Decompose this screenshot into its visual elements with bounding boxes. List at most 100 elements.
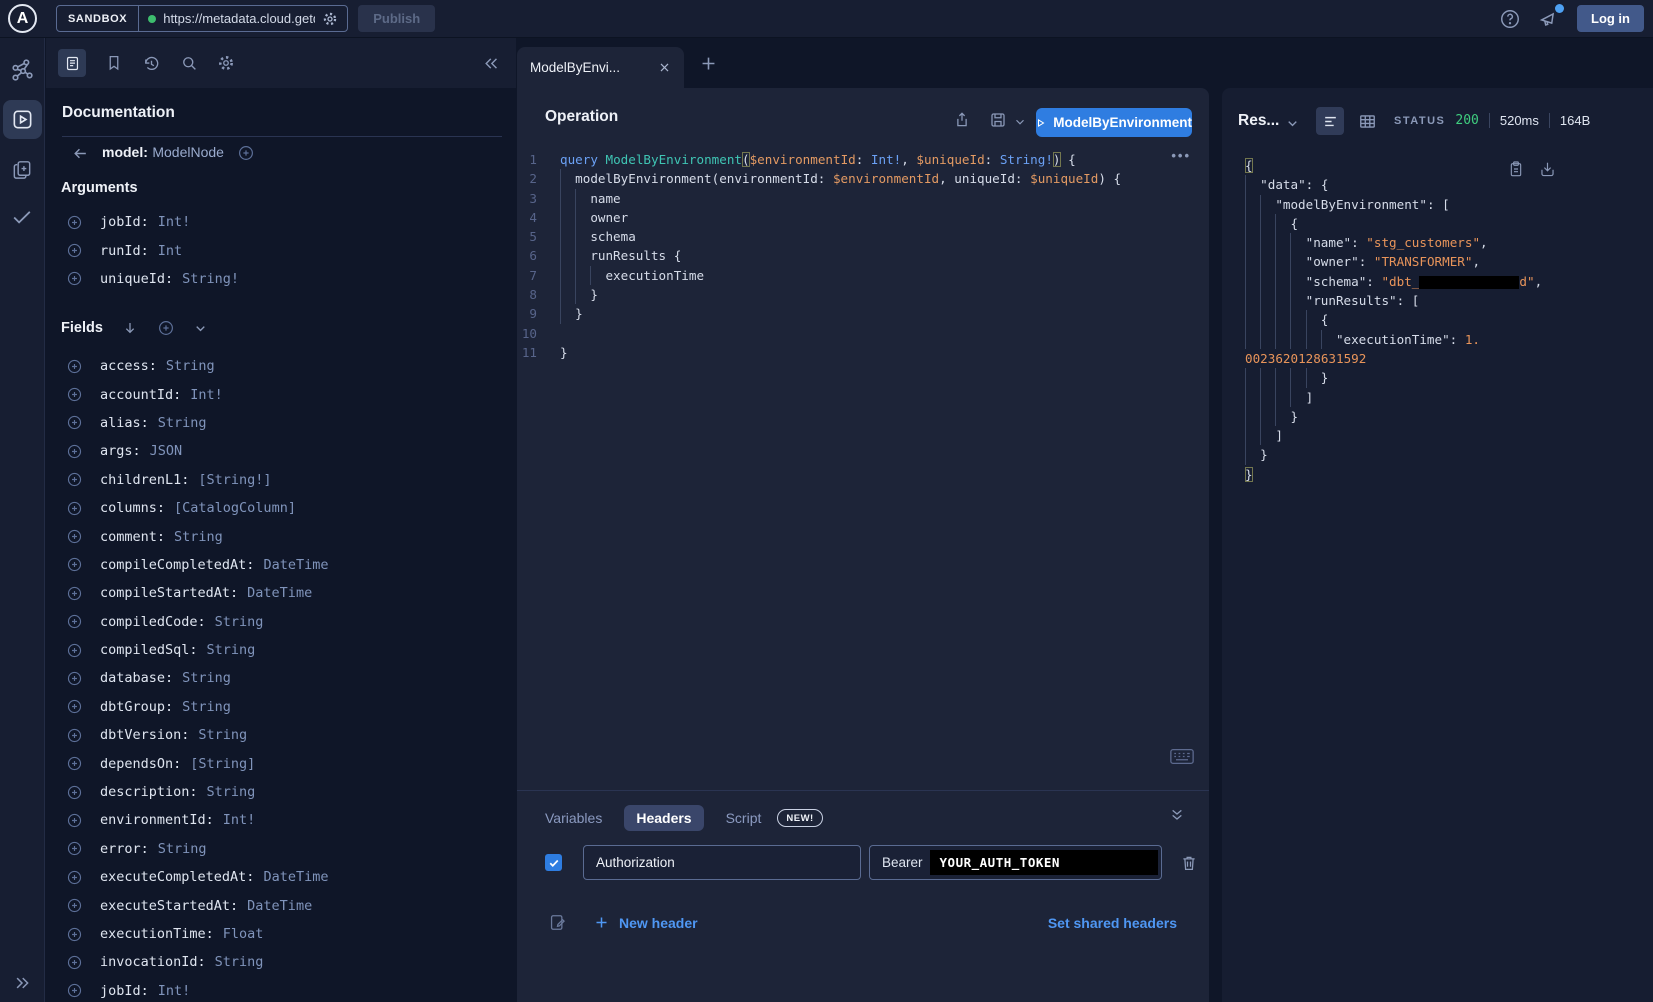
field-type[interactable]: [String!] (198, 472, 271, 488)
response-dropdown-chevron-icon[interactable] (1286, 117, 1299, 130)
apollo-logo[interactable]: A (8, 4, 37, 33)
add-to-query-icon[interactable] (66, 670, 83, 687)
explorer-nav-item[interactable] (3, 100, 42, 139)
tab-headers[interactable]: Headers (624, 805, 703, 831)
checks-nav-icon[interactable] (10, 204, 35, 229)
add-to-query-icon[interactable] (66, 812, 83, 829)
add-to-query-icon[interactable] (66, 755, 83, 772)
add-to-query-icon[interactable] (66, 585, 83, 602)
tab-variables[interactable]: Variables (545, 810, 602, 826)
field-type[interactable]: DateTime (247, 898, 312, 914)
response-json[interactable]: {"data": {"modelByEnvironment": [{"name"… (1245, 156, 1645, 484)
doc-field-row[interactable]: compiledCode:String (46, 608, 516, 636)
add-to-query-icon[interactable] (66, 926, 83, 943)
save-operation-icon[interactable] (989, 111, 1007, 129)
add-to-query-icon[interactable] (66, 840, 83, 857)
fields-options-chevron-icon[interactable] (194, 322, 207, 335)
add-to-query-icon[interactable] (66, 727, 83, 744)
doc-field-row[interactable]: environmentId:Int! (46, 806, 516, 834)
keyboard-shortcuts-icon[interactable] (1170, 748, 1194, 765)
copy-response-icon[interactable] (1508, 160, 1524, 178)
field-type[interactable]: String! (182, 271, 239, 287)
field-type[interactable]: Float (223, 926, 264, 942)
field-type[interactable]: [String] (190, 756, 255, 772)
schema-graph-icon[interactable] (9, 57, 35, 83)
add-to-query-icon[interactable] (66, 270, 83, 287)
field-type[interactable]: String (215, 614, 264, 630)
doc-field-row[interactable]: access:String (46, 352, 516, 380)
add-to-query-icon[interactable] (66, 954, 83, 971)
field-type[interactable]: String (182, 670, 231, 686)
add-to-query-icon[interactable] (66, 214, 83, 231)
header-value-input[interactable]: Bearer YOUR_AUTH_TOKEN (869, 845, 1162, 880)
publish-button[interactable]: Publish (358, 5, 435, 32)
new-header-button[interactable]: New header (594, 915, 698, 931)
search-icon[interactable] (180, 54, 198, 72)
operation-editor[interactable]: 1query ModelByEnvironment($environmentId… (517, 150, 1195, 362)
doc-field-row[interactable]: accountId:Int! (46, 380, 516, 408)
add-to-query-icon[interactable] (66, 982, 83, 999)
editor-more-menu-icon[interactable]: ••• (1171, 148, 1191, 163)
new-tab-button[interactable] (699, 54, 718, 73)
add-to-query-icon[interactable] (66, 642, 83, 659)
run-operation-button[interactable]: ModelByEnvironment (1036, 108, 1192, 137)
doc-field-row[interactable]: executionTime:Float (46, 920, 516, 948)
doc-field-row[interactable]: executeCompletedAt:DateTime (46, 863, 516, 891)
doc-field-row[interactable]: dbtGroup:String (46, 693, 516, 721)
table-view-toggle[interactable] (1358, 112, 1377, 131)
field-type[interactable]: String (174, 529, 223, 545)
endpoint-url-input[interactable]: https://metadata.cloud.getd (139, 6, 347, 31)
collapse-doc-panel-icon[interactable] (483, 55, 500, 72)
login-button[interactable]: Log in (1577, 5, 1644, 32)
documentation-tab-icon[interactable] (58, 49, 86, 77)
collapse-footer-panel-icon[interactable] (1169, 807, 1185, 823)
header-key-input[interactable]: Authorization (583, 845, 861, 880)
history-icon[interactable] (142, 54, 161, 73)
delete-header-icon[interactable] (1180, 854, 1198, 872)
add-to-query-icon[interactable] (66, 443, 83, 460)
add-all-fields-icon[interactable] (157, 319, 175, 337)
add-to-query-icon[interactable] (66, 414, 83, 431)
add-to-query-icon[interactable] (66, 784, 83, 801)
announcements-icon[interactable] (1538, 8, 1560, 30)
add-to-query-icon[interactable] (66, 897, 83, 914)
field-type[interactable]: DateTime (263, 557, 328, 573)
field-type[interactable]: String (207, 642, 256, 658)
add-to-query-icon[interactable] (66, 242, 83, 259)
field-type[interactable]: [CatalogColumn] (174, 500, 296, 516)
field-type[interactable]: String (182, 699, 231, 715)
add-to-query-icon[interactable] (66, 869, 83, 886)
doc-field-row[interactable]: error:String (46, 835, 516, 863)
doc-field-row[interactable]: database:String (46, 664, 516, 692)
bookmarks-icon[interactable] (105, 54, 123, 72)
doc-field-row[interactable]: comment:String (46, 522, 516, 550)
save-options-chevron-icon[interactable] (1014, 116, 1026, 128)
field-type[interactable]: String (215, 954, 264, 970)
doc-field-row[interactable]: description:String (46, 778, 516, 806)
doc-argument-row[interactable]: runId:Int (46, 236, 516, 264)
add-to-query-icon[interactable] (66, 500, 83, 517)
doc-field-row[interactable]: args:JSON (46, 437, 516, 465)
download-response-icon[interactable] (1539, 160, 1556, 178)
add-to-query-icon[interactable] (66, 358, 83, 375)
close-tab-icon[interactable] (658, 61, 671, 74)
header-enabled-checkbox[interactable] (545, 854, 562, 871)
field-type[interactable]: Int (158, 243, 182, 259)
add-to-query-icon[interactable] (66, 386, 83, 403)
back-arrow-icon[interactable] (72, 145, 89, 162)
doc-field-row[interactable]: compileCompletedAt:DateTime (46, 551, 516, 579)
add-to-query-icon[interactable] (66, 698, 83, 715)
help-icon[interactable] (1499, 8, 1521, 30)
doc-field-row[interactable]: alias:String (46, 409, 516, 437)
doc-field-row[interactable]: compileStartedAt:DateTime (46, 579, 516, 607)
field-type[interactable]: Int! (158, 983, 191, 999)
doc-field-row[interactable]: childrenL1:[String!] (46, 466, 516, 494)
doc-field-row[interactable]: jobId:Int! (46, 977, 516, 1002)
doc-crumb-type[interactable]: ModelNode (152, 144, 224, 160)
field-type[interactable]: DateTime (247, 585, 312, 601)
edit-raw-headers-icon[interactable] (548, 913, 567, 932)
add-to-query-icon[interactable] (66, 528, 83, 545)
doc-argument-row[interactable]: jobId:Int! (46, 208, 516, 236)
doc-field-row[interactable]: dbtVersion:String (46, 721, 516, 749)
doc-settings-icon[interactable] (217, 54, 235, 72)
